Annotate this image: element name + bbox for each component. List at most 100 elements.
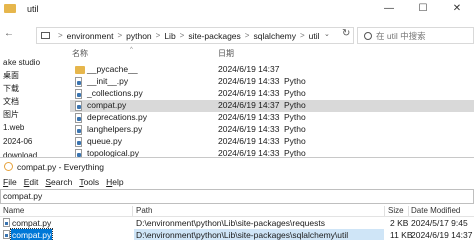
menu-file[interactable]: File — [3, 175, 17, 189]
column-header-size[interactable]: Size — [388, 206, 404, 215]
file-type: Pytho — [284, 136, 306, 146]
file-row[interactable]: __pycache__ 2024/6/19 14:37 — [70, 64, 474, 76]
file-name: compat.py — [87, 100, 127, 110]
breadcrumb-util[interactable]: util — [309, 31, 320, 41]
search-input[interactable]: 在 util 中搜索 — [357, 27, 474, 44]
result-path: D:\environment\python\Lib\site-packages\… — [136, 230, 349, 240]
column-header-name[interactable]: Name — [3, 206, 24, 215]
menu-help[interactable]: Help — [106, 175, 123, 189]
file-name: _collections.py — [87, 88, 143, 98]
sidebar-item[interactable]: ke studio — [8, 58, 40, 67]
python-file-icon — [75, 101, 82, 111]
result-path: D:\environment\python\Lib\site-packages\… — [136, 218, 325, 228]
chevron-right-icon: > — [58, 31, 63, 40]
folder-icon — [4, 4, 16, 13]
everything-title-bar: compat.py - Everything — [0, 158, 474, 175]
refresh-icon[interactable]: ↻ — [342, 28, 350, 39]
breadcrumb-lib[interactable]: Lib — [164, 31, 175, 41]
everything-app-icon — [4, 162, 13, 171]
result-name: compat.py — [12, 218, 52, 228]
column-header-name[interactable]: 名称 — [72, 48, 88, 59]
file-type: Pytho — [284, 88, 306, 98]
column-header-date-modified[interactable]: Date Modified — [411, 206, 460, 215]
breadcrumb-environment[interactable]: environment — [67, 31, 114, 41]
menu-edit[interactable]: Edit — [24, 175, 39, 189]
navigation-bar: ← > environment > python > Lib > site-pa… — [0, 26, 474, 46]
everything-search-input[interactable]: compat.py — [0, 189, 474, 204]
sidebar-item-1web[interactable]: 1.web — [3, 123, 24, 132]
result-row[interactable]: compat.py D:\environment\python\Lib\site… — [0, 217, 474, 229]
menu-bar: File Edit Search Tools Help — [0, 175, 474, 189]
file-date: 2024/6/19 14:33 — [218, 88, 280, 98]
column-divider[interactable] — [408, 206, 409, 216]
result-size: 2 KB — [390, 218, 409, 228]
sidebar-item-downloads[interactable]: 下载 — [3, 83, 19, 94]
column-header-path[interactable]: Path — [136, 206, 152, 215]
file-type: Pytho — [284, 124, 306, 134]
file-date: 2024/6/19 14:37 — [218, 100, 280, 110]
file-date: 2024/6/19 14:33 — [218, 76, 280, 86]
result-date: 2024/6/19 14:37 — [411, 230, 473, 240]
sidebar-item-pictures[interactable]: 图片 — [3, 109, 19, 120]
minimize-button[interactable]: — — [372, 0, 406, 20]
window-controls: — ☐ ✕ — [372, 0, 474, 20]
python-file-icon — [75, 89, 82, 99]
results-header: Name Path Size Date Modified — [0, 205, 474, 217]
file-row[interactable]: __init__.py 2024/6/19 14:33 Pytho — [70, 76, 474, 88]
chevron-down-icon[interactable]: ⌄ — [324, 30, 330, 38]
file-date: 2024/6/19 14:37 — [218, 64, 280, 74]
sidebar-item[interactable]: a — [3, 58, 7, 67]
file-name: __pycache__ — [87, 64, 138, 74]
address-bar[interactable]: > environment > python > Lib > site-pack… — [36, 27, 354, 44]
file-type: Pytho — [284, 100, 306, 110]
file-row[interactable]: deprecations.py 2024/6/19 14:33 Pytho — [70, 112, 474, 124]
file-row[interactable]: langhelpers.py 2024/6/19 14:33 Pytho — [70, 124, 474, 136]
python-file-icon — [75, 137, 82, 147]
chevron-right-icon: > — [155, 31, 161, 40]
folder-icon — [75, 66, 85, 74]
file-name: queue.py — [87, 136, 122, 146]
this-pc-icon — [41, 32, 50, 39]
file-date: 2024/6/19 14:33 — [218, 124, 280, 134]
file-date: 2024/6/19 14:33 — [218, 112, 280, 122]
sort-up-icon: ^ — [130, 47, 133, 53]
navigation-pane: a ke studio 桌面 下载 文档 图片 1.web 2024-06 do… — [0, 56, 60, 160]
everything-window: compat.py - Everything File Edit Search … — [0, 157, 474, 240]
file-name: deprecations.py — [87, 112, 148, 122]
sidebar-item-desktop[interactable]: 桌面 — [3, 70, 19, 81]
chevron-right-icon: > — [300, 31, 305, 40]
file-row[interactable]: _collections.py 2024/6/19 14:33 Pytho — [70, 88, 474, 100]
menu-tools[interactable]: Tools — [79, 175, 99, 189]
explorer-title-bar: util — ☐ ✕ — [0, 0, 474, 20]
column-header-date[interactable]: 日期 — [218, 48, 234, 59]
chevron-right-icon: > — [179, 31, 185, 40]
window-title: util — [27, 4, 39, 14]
file-type: Pytho — [284, 76, 306, 86]
breadcrumb-sqlalchemy[interactable]: sqlalchemy — [253, 31, 296, 41]
result-size: 11 KB — [390, 230, 413, 240]
result-date: 2024/5/17 9:45 — [411, 218, 468, 228]
file-explorer-window: util — ☐ ✕ ← > environment > python > Li… — [0, 0, 474, 160]
back-button[interactable]: ← — [4, 28, 14, 39]
column-divider[interactable] — [132, 206, 133, 216]
chevron-right-icon: > — [244, 31, 250, 40]
breadcrumb-python[interactable]: python — [126, 31, 152, 41]
close-button[interactable]: ✕ — [440, 0, 474, 20]
sidebar-item-documents[interactable]: 文档 — [3, 96, 19, 107]
maximize-button[interactable]: ☐ — [406, 0, 440, 20]
menu-search[interactable]: Search — [45, 175, 72, 189]
result-row-selected[interactable]: compat.py D:\environment\python\Lib\site… — [0, 228, 474, 240]
python-file-icon — [3, 230, 10, 239]
breadcrumb-site-packages[interactable]: site-packages — [188, 31, 240, 41]
file-name: __init__.py — [87, 76, 129, 86]
file-name: langhelpers.py — [87, 124, 143, 134]
column-divider[interactable] — [384, 206, 385, 216]
chevron-right-icon: > — [117, 31, 123, 40]
search-placeholder: 在 util 中搜索 — [376, 30, 426, 41]
search-icon — [364, 31, 372, 40]
python-file-icon — [75, 125, 82, 135]
result-name: compat.py — [9, 228, 54, 240]
file-row-selected[interactable]: compat.py 2024/6/19 14:37 Pytho — [70, 100, 474, 112]
sidebar-item-2024-06[interactable]: 2024-06 — [3, 137, 32, 146]
file-row[interactable]: queue.py 2024/6/19 14:33 Pytho — [70, 136, 474, 148]
